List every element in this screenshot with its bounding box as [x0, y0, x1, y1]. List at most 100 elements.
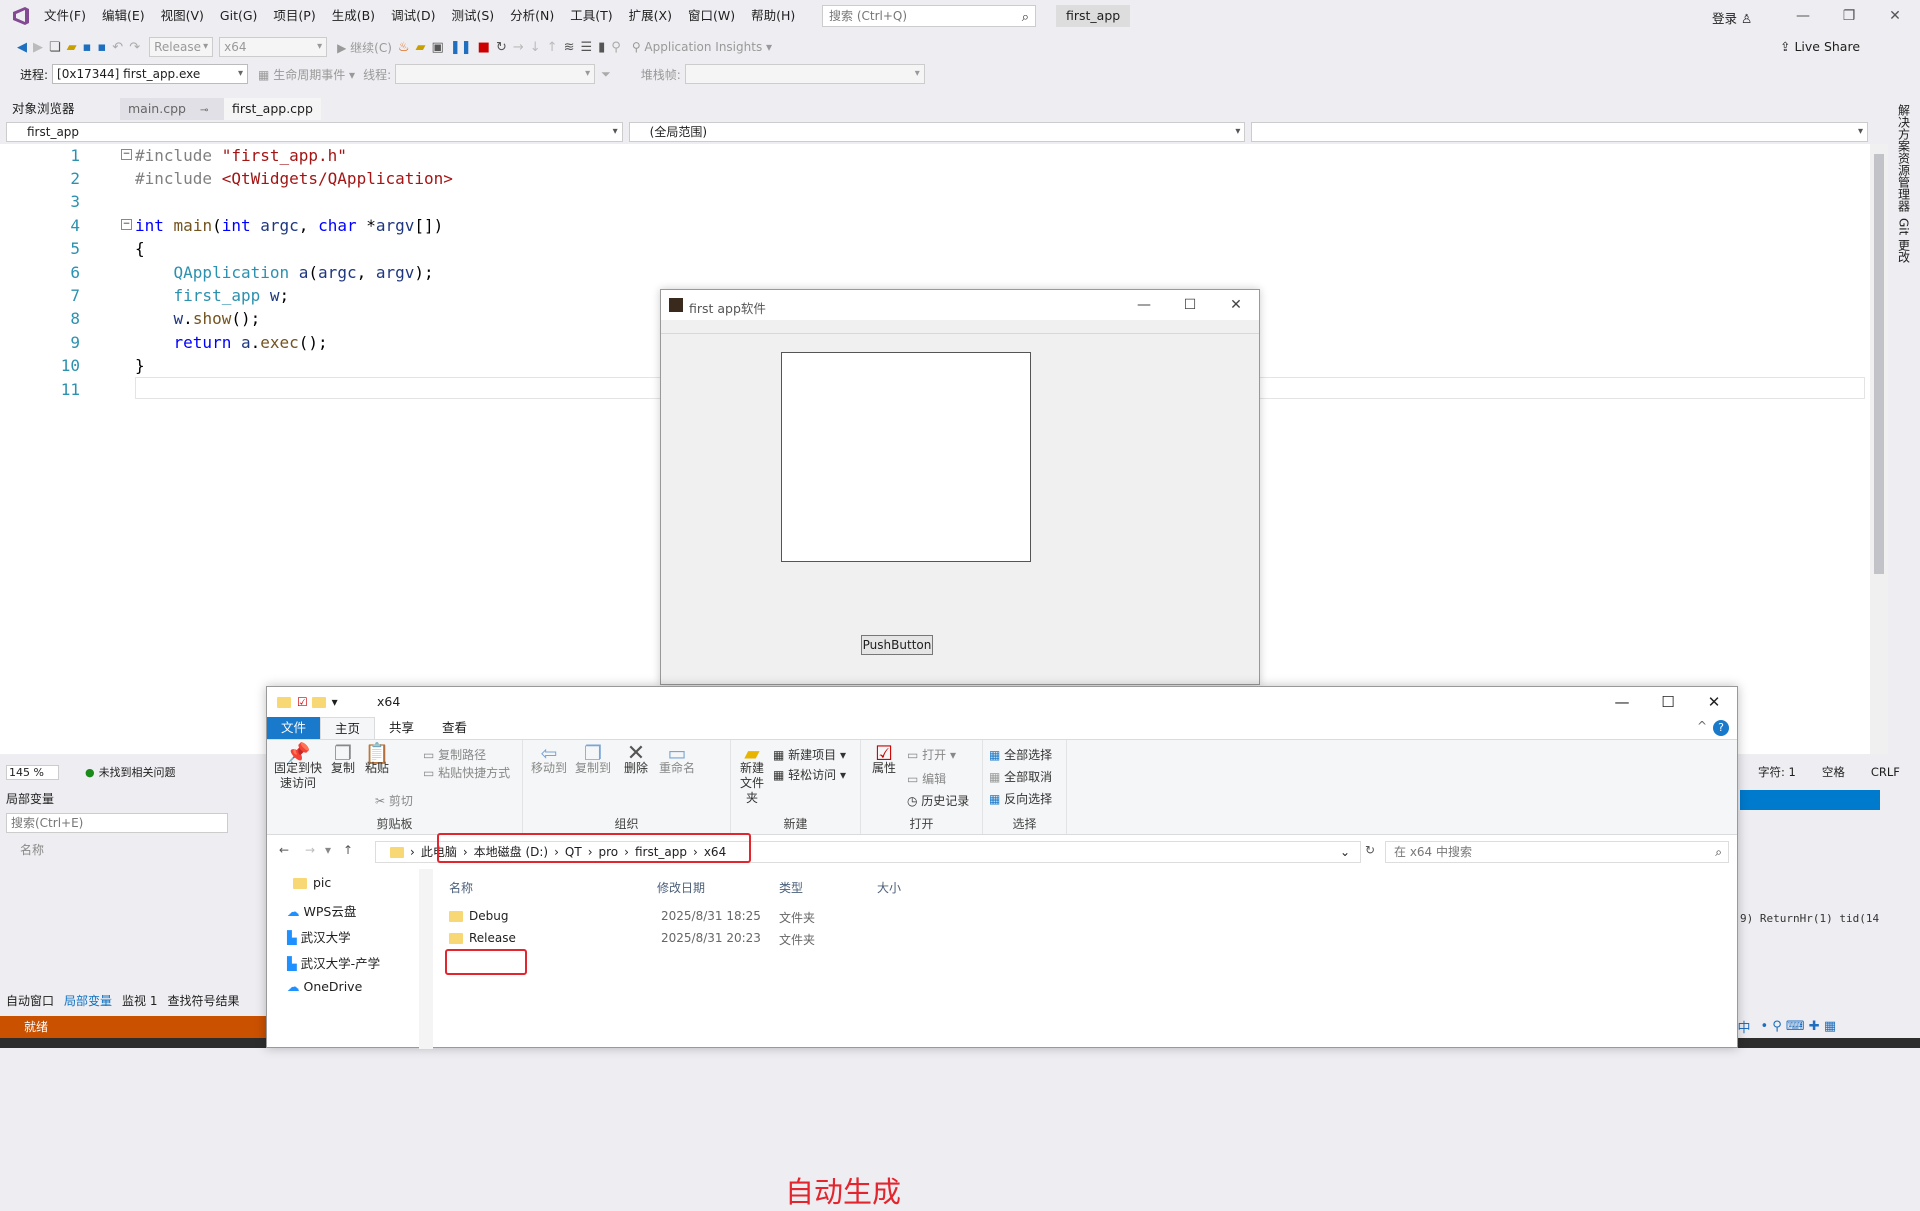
cut-button[interactable]: ✂ 剪切: [375, 792, 413, 809]
invert-selection-button[interactable]: ▦ 反向选择: [989, 790, 1052, 807]
tab-first-app-cpp[interactable]: first_app.cpp: [224, 98, 321, 120]
history-button[interactable]: ◷ 历史记录: [907, 792, 969, 809]
new-item-button[interactable]: ▦ 新建项目 ▾: [773, 746, 846, 763]
file-row[interactable]: Debug 2025/8/31 18:25 文件夹: [435, 907, 1335, 927]
push-button[interactable]: PushButton: [861, 635, 933, 655]
menu-extensions[interactable]: 扩展(X): [621, 0, 680, 32]
menu-build[interactable]: 生成(B): [324, 0, 383, 32]
minimize-icon[interactable]: —: [1121, 290, 1167, 320]
undo-icon[interactable]: ↶: [112, 40, 123, 55]
properties-button[interactable]: ☑ 属性: [869, 743, 899, 776]
live-share-button[interactable]: ⇪ Live Share: [1780, 39, 1860, 54]
bookmark-icon[interactable]: ▮: [598, 40, 605, 55]
continue-button[interactable]: ▶ 继续(C): [337, 39, 392, 56]
nav-item-whu-industry[interactable]: ▙ 武汉大学-产学: [287, 953, 380, 972]
member-dropdown[interactable]: [1251, 122, 1869, 142]
copy-to-button[interactable]: ❐ 复制到: [573, 743, 613, 776]
save-icon[interactable]: ▪: [83, 40, 92, 55]
tab-watch[interactable]: 监视 1: [122, 992, 157, 1009]
properties-icon[interactable]: ☑: [297, 695, 308, 709]
maximize-icon[interactable]: ☐: [1645, 687, 1691, 717]
hot-reload-icon[interactable]: ♨: [398, 40, 410, 55]
locals-search-input[interactable]: 搜索(Ctrl+E): [6, 813, 228, 833]
config-dropdown[interactable]: Release: [149, 37, 214, 57]
filter-icon[interactable]: ⏷: [601, 67, 611, 82]
ribbon-tab-share[interactable]: 共享: [375, 717, 428, 739]
object-browser-label[interactable]: 对象浏览器: [0, 98, 120, 120]
scope-dropdown[interactable]: first_app: [6, 122, 623, 142]
process-dropdown[interactable]: [0x17344] first_app.exe: [52, 64, 249, 84]
explorer-search-input[interactable]: 在 x64 中搜索 ⌕: [1385, 841, 1729, 863]
close-icon[interactable]: ✕: [1213, 290, 1259, 320]
pause-icon[interactable]: ❚❚: [450, 40, 472, 55]
menu-git[interactable]: Git(G): [212, 0, 266, 32]
stop-icon[interactable]: ■: [478, 40, 490, 55]
close-icon[interactable]: ✕: [1691, 687, 1737, 717]
select-all-button[interactable]: ▦ 全部选择: [989, 746, 1052, 763]
ribbon-tab-home[interactable]: 主页: [320, 717, 376, 739]
tab-find-symbol[interactable]: 查找符号结果: [167, 992, 239, 1009]
open-file-icon[interactable]: ▰: [67, 40, 77, 55]
whitespace-mode[interactable]: 空格: [1822, 764, 1845, 780]
ime-tools-icon[interactable]: • ⚲ ⌨ ✚ ▦: [1760, 1019, 1836, 1034]
step-into-icon[interactable]: ↓: [530, 40, 541, 55]
back-icon[interactable]: ◀: [17, 40, 27, 55]
nav-scrollbar[interactable]: [419, 869, 433, 1049]
delete-button[interactable]: ✕ 删除: [621, 743, 651, 776]
thread-dropdown[interactable]: [395, 64, 596, 84]
screenshot-icon[interactable]: ▣: [432, 40, 444, 55]
redo-icon[interactable]: ↷: [129, 40, 140, 55]
move-to-button[interactable]: ⇦ 移动到: [529, 743, 569, 776]
tab-locals[interactable]: 局部变量: [64, 992, 112, 1009]
menu-debug[interactable]: 调试(D): [383, 0, 443, 32]
nav-item-whu[interactable]: ▙ 武汉大学: [287, 927, 351, 946]
menu-project[interactable]: 项目(P): [265, 0, 323, 32]
forward-icon[interactable]: →: [305, 843, 315, 857]
new-project-icon[interactable]: ❏: [49, 40, 61, 55]
collapse-ribbon-icon[interactable]: ^: [1697, 719, 1707, 733]
restore-icon[interactable]: ❐: [1826, 0, 1872, 32]
menu-analyze[interactable]: 分析(N): [502, 0, 562, 32]
app-insights-button[interactable]: ⚲ Application Insights ▾: [632, 40, 772, 54]
menu-window[interactable]: 窗口(W): [680, 0, 743, 32]
paste-shortcut-button[interactable]: ▭ 粘贴快捷方式: [423, 764, 510, 781]
threads-icon[interactable]: ≋: [564, 40, 575, 55]
stackframe-dropdown[interactable]: [684, 64, 925, 84]
save-all-icon[interactable]: ▪: [97, 40, 106, 55]
open-button[interactable]: ▭ 打开 ▾: [907, 746, 956, 763]
menu-tools[interactable]: 工具(T): [562, 0, 620, 32]
select-none-button[interactable]: ▦ 全部取消: [989, 768, 1052, 785]
edit-button[interactable]: ▭ 编辑: [907, 770, 946, 787]
collapse-icon[interactable]: −: [121, 219, 132, 230]
nav-item-wps[interactable]: ☁ WPS云盘: [287, 901, 356, 920]
easy-access-button[interactable]: ▦ 轻松访问 ▾: [773, 766, 846, 783]
login-button[interactable]: 登录 ♙: [1712, 8, 1752, 27]
scrollbar-thumb[interactable]: [1874, 154, 1884, 574]
file-row[interactable]: Release 2025/8/31 20:23 文件夹: [435, 929, 1335, 949]
column-type[interactable]: 类型: [779, 879, 803, 896]
column-date[interactable]: 修改日期: [657, 879, 705, 896]
copy-path-button[interactable]: ▭ 复制路径: [423, 746, 486, 763]
menu-view[interactable]: 视图(V): [153, 0, 212, 32]
new-folder-button[interactable]: ▰ 新建文件夹: [737, 743, 767, 806]
global-scope-dropdown[interactable]: (全局范围): [628, 122, 1246, 142]
zoom-dropdown[interactable]: 145 %: [6, 764, 59, 780]
folder-icon[interactable]: ▰: [416, 40, 426, 55]
platform-dropdown[interactable]: x64: [219, 37, 328, 57]
search-input[interactable]: 搜索 (Ctrl+Q) ⌕: [822, 5, 1036, 27]
menu-help[interactable]: 帮助(H): [743, 0, 803, 32]
copy-button[interactable]: ❐ 复制: [329, 743, 357, 776]
ribbon-tab-file[interactable]: 文件: [267, 717, 321, 739]
line-ending[interactable]: CRLF: [1871, 765, 1900, 779]
nav-item-pic[interactable]: pic: [293, 875, 331, 890]
rename-button[interactable]: ▭ 重命名: [657, 743, 697, 776]
step-over-icon[interactable]: →: [513, 40, 524, 55]
address-dropdown-icon[interactable]: ⌄: [1340, 842, 1350, 862]
recent-locations-icon[interactable]: ▾: [325, 843, 331, 857]
git-changes-tab[interactable]: Git 更改: [1896, 218, 1913, 263]
column-name[interactable]: 名称: [449, 879, 473, 896]
ime-mode[interactable]: 中: [1737, 1017, 1750, 1036]
solution-explorer-tab[interactable]: 解决方案资源管理器: [1896, 104, 1913, 212]
paste-button[interactable]: 📋 粘贴: [363, 743, 391, 776]
collapse-icon[interactable]: −: [121, 149, 132, 160]
